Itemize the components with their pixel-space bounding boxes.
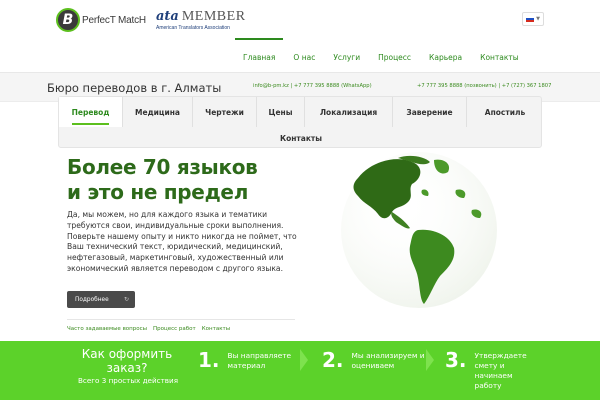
more-button[interactable]: Подробнее ↻	[67, 291, 135, 308]
hero-headline: Более 70 языков и это не предел	[67, 155, 307, 205]
divider	[67, 319, 295, 320]
tab-label: Чертежи	[205, 107, 244, 117]
service-tabs: Перевод Медицина Чертежи Цены Локализаци…	[58, 96, 542, 148]
headline-line-2: и это не предел	[67, 180, 249, 204]
how-to-title: Как оформить заказ?	[81, 347, 173, 375]
contact-phones[interactable]: +7 777 395 8888 (позвонить) | +7 (727) 3…	[417, 83, 551, 89]
ru-flag-icon	[526, 16, 535, 22]
process-link[interactable]: Процесс работ	[153, 326, 196, 332]
step-text: Вы направляете материал	[227, 351, 292, 370]
step-2: 2. Мы анализируем и оцениваем	[322, 348, 432, 372]
tab-label: Локализация	[319, 107, 378, 117]
step-3: 3. Утверждаете смету и начинаем работу	[445, 348, 535, 391]
more-button-label: Подробнее	[75, 296, 109, 303]
step-number: 2.	[322, 348, 344, 372]
globe-icon	[341, 152, 497, 308]
ata-mark: ata	[156, 9, 179, 24]
nav-career[interactable]: Карьера	[420, 51, 471, 65]
site-header: B PerfecT MatcH ata MEMBER American Tran…	[0, 0, 600, 72]
tab-translation[interactable]: Перевод	[59, 97, 123, 127]
page-title: Бюро переводов в г. Алматы	[47, 81, 222, 95]
step-arrow-icon	[300, 349, 308, 371]
contacts-link[interactable]: Контакты	[202, 326, 230, 332]
nav-contacts[interactable]: Контакты	[471, 51, 528, 65]
how-to-subtitle: Всего 3 простых действия	[77, 376, 179, 385]
tab-label: Заверение	[406, 107, 453, 117]
hero-paragraph: Да, мы можем, но для каждого языка и тем…	[67, 210, 297, 273]
tab-drawings[interactable]: Чертежи	[193, 97, 257, 127]
step-number: 3.	[445, 348, 467, 372]
refresh-icon: ↻	[123, 296, 129, 303]
page: B PerfecT MatcH ata MEMBER American Tran…	[0, 0, 600, 400]
ata-member-label: MEMBER	[181, 9, 246, 24]
tab-label: Цены	[268, 107, 293, 117]
tab-medicine[interactable]: Медицина	[123, 97, 193, 127]
nav-about[interactable]: О нас	[284, 51, 324, 65]
tab-label: Перевод	[71, 108, 110, 125]
nav-active-indicator	[235, 38, 283, 40]
tab-localization[interactable]: Локализация	[305, 97, 393, 127]
main-nav: Главная О нас Услуги Процесс Карьера Кон…	[234, 51, 528, 65]
how-to-order-bar: Как оформить заказ? Всего 3 простых дейс…	[0, 341, 600, 400]
language-selector[interactable]: ▼	[522, 12, 544, 26]
faq-link[interactable]: Часто задаваемые вопросы	[67, 326, 147, 332]
logo-text: PerfecT MatcH	[82, 14, 146, 26]
ata-subtitle: American Translators Association	[156, 25, 230, 31]
chevron-down-icon: ▼	[536, 16, 540, 22]
step-text: Мы анализируем и оцениваем	[351, 351, 425, 370]
logo-badge: B	[56, 8, 80, 32]
tab-contacts[interactable]: Контакты	[271, 127, 331, 149]
nav-process[interactable]: Процесс	[369, 51, 420, 65]
step-number: 1.	[198, 348, 220, 372]
step-arrow-icon	[426, 349, 434, 371]
tab-prices[interactable]: Цены	[257, 97, 305, 127]
tab-apostille[interactable]: Апостиль	[467, 97, 543, 127]
step-1: 1. Вы направляете материал	[198, 348, 308, 372]
tab-label: Медицина	[135, 107, 180, 117]
contact-email-whatsapp[interactable]: info@b-pm.kz | +7 777 395 8888 (WhatsApp…	[253, 83, 372, 89]
tab-certification[interactable]: Заверение	[393, 97, 467, 127]
headline-line-1: Более 70 языков	[67, 155, 258, 179]
tab-label: Апостиль	[484, 107, 526, 117]
content-links: Часто задаваемые вопросы Процесс работ К…	[67, 326, 230, 332]
nav-services[interactable]: Услуги	[324, 51, 369, 65]
step-text: Утверждаете смету и начинаем работу	[474, 351, 527, 390]
nav-home[interactable]: Главная	[234, 51, 284, 65]
site-logo[interactable]: B PerfecT MatcH	[56, 8, 148, 32]
ata-member-badge: ata MEMBER American Translators Associat…	[156, 10, 246, 36]
